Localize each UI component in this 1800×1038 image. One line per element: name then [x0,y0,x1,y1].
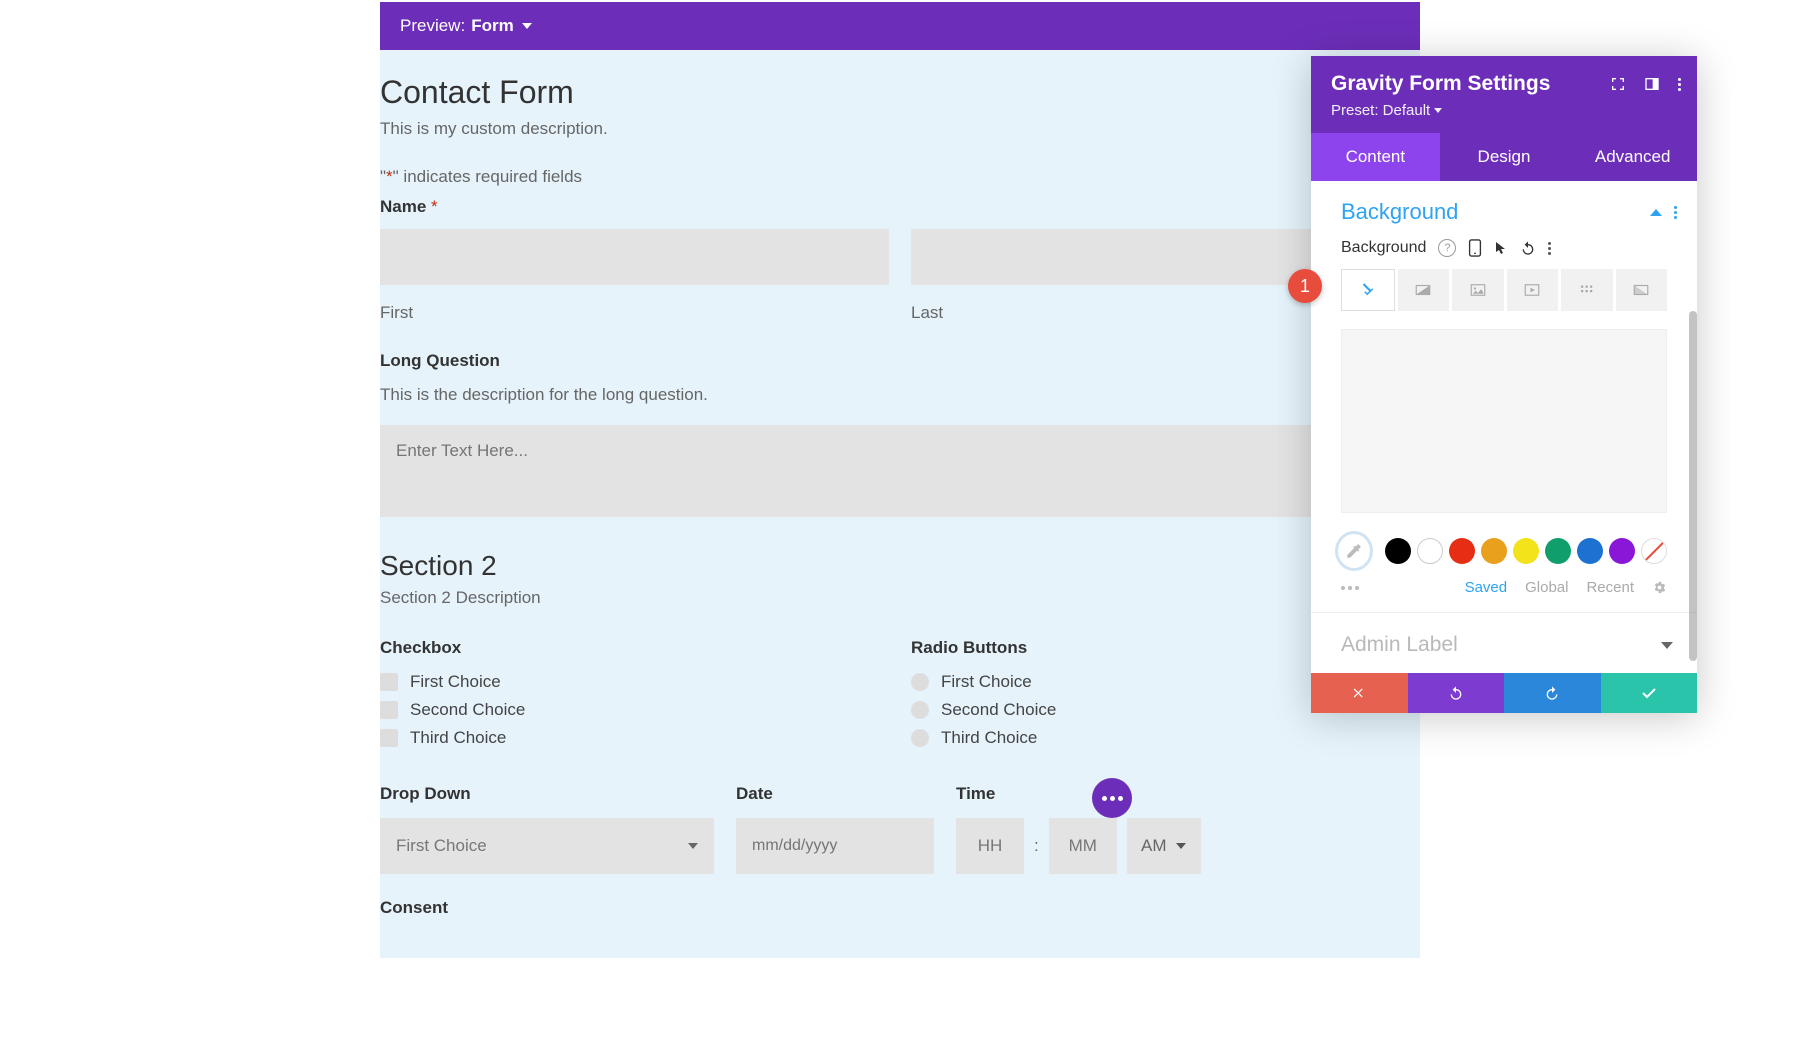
name-label: Name * [380,197,1420,217]
date-input[interactable] [736,818,934,874]
chevron-up-icon[interactable] [1650,209,1662,216]
more-icon[interactable] [1548,242,1551,255]
caret-down-icon [688,843,698,849]
radio-icon [911,729,929,747]
color-swatch[interactable] [1577,538,1603,564]
color-swatch[interactable] [1417,538,1443,564]
tab-content[interactable]: Content [1311,133,1440,181]
bg-type-color[interactable] [1341,269,1395,311]
snap-icon[interactable] [1644,76,1660,92]
checkbox-option[interactable]: Second Choice [380,700,889,720]
panel-body: Background Background ? [1311,181,1697,673]
color-swatch-none[interactable] [1641,538,1667,564]
required-note: "*" indicates required fields [380,167,1420,187]
color-preview[interactable] [1341,329,1667,513]
caret-down-icon [1434,108,1442,113]
form-preview: Contact Form This is my custom descripti… [380,50,1420,958]
more-icon[interactable] [1678,78,1681,91]
scrollbar[interactable] [1689,311,1697,661]
caret-down-icon [1176,843,1186,849]
help-icon[interactable]: ? [1438,239,1456,257]
palette-recent[interactable]: Recent [1586,579,1634,596]
checkbox-option[interactable]: Third Choice [380,728,889,748]
color-swatch[interactable] [1449,538,1475,564]
background-label: Background [1341,239,1426,257]
consent-label: Consent [380,898,1420,918]
dropdown-label: Drop Down [380,784,714,804]
bg-type-pattern[interactable] [1561,269,1613,311]
panel-footer [1311,673,1697,713]
section2-desc: Section 2 Description [380,588,1420,608]
palette-global[interactable]: Global [1525,579,1568,596]
tab-design[interactable]: Design [1440,133,1569,181]
palette-more-icon[interactable] [1341,586,1359,590]
date-label: Date [736,784,934,804]
preview-value: Form [471,16,514,36]
checkbox-option[interactable]: First Choice [380,672,889,692]
redo-button[interactable] [1504,673,1601,713]
tab-advanced[interactable]: Advanced [1568,133,1697,181]
cancel-button[interactable] [1311,673,1408,713]
long-question-textarea[interactable] [380,425,1420,517]
preset-dropdown[interactable]: Preset: Default [1331,102,1677,119]
mobile-icon[interactable] [1468,239,1482,257]
bg-type-image[interactable] [1452,269,1504,311]
more-icon[interactable] [1674,206,1677,219]
caret-down-icon [522,23,532,29]
bg-type-video[interactable] [1507,269,1559,311]
color-swatch[interactable] [1385,538,1411,564]
chevron-down-icon [1661,642,1673,649]
radio-icon [911,673,929,691]
form-description: This is my custom description. [380,119,1420,139]
preview-bar[interactable]: Preview: Form [380,2,1420,50]
undo-button[interactable] [1408,673,1505,713]
first-name-input[interactable] [380,229,889,285]
color-swatch[interactable] [1545,538,1571,564]
form-title: Contact Form [380,74,1420,111]
panel-header: Gravity Form Settings Preset: Default [1311,56,1697,133]
save-button[interactable] [1601,673,1698,713]
bg-type-gradient[interactable] [1398,269,1450,311]
bg-type-mask[interactable] [1616,269,1668,311]
time-mm-input[interactable]: MM [1049,818,1117,874]
reset-icon[interactable] [1520,240,1536,256]
time-hh-input[interactable]: HH [956,818,1024,874]
color-swatch[interactable] [1481,538,1507,564]
background-section-title[interactable]: Background [1341,199,1458,225]
radio-option[interactable]: Third Choice [911,728,1420,748]
hover-icon[interactable] [1494,240,1508,256]
module-options-button[interactable] [1092,778,1132,818]
color-swatch[interactable] [1609,538,1635,564]
long-question-label: Long Question [380,351,1420,371]
dropdown-select[interactable]: First Choice [380,818,714,874]
time-label: Time [956,784,1420,804]
time-ampm-select[interactable]: AM [1127,818,1201,874]
radio-icon [911,701,929,719]
long-question-desc: This is the description for the long que… [380,385,1420,405]
panel-tabs: Content Design Advanced [1311,133,1697,181]
gear-icon[interactable] [1652,580,1667,595]
palette-saved[interactable]: Saved [1465,579,1508,596]
checkbox-icon [380,701,398,719]
section2-title: Section 2 [380,550,1420,582]
expand-icon[interactable] [1610,76,1626,92]
eyedropper-button[interactable] [1335,531,1373,571]
checkbox-icon [380,673,398,691]
settings-panel: Gravity Form Settings Preset: Default Co… [1311,56,1697,713]
color-swatch[interactable] [1513,538,1539,564]
preview-label: Preview: [400,16,465,36]
first-sublabel: First [380,303,889,323]
admin-label-section[interactable]: Admin Label [1311,612,1697,673]
checkbox-label: Checkbox [380,638,889,658]
time-separator: : [1034,836,1039,856]
callout-badge: 1 [1288,269,1322,303]
checkbox-icon [380,729,398,747]
